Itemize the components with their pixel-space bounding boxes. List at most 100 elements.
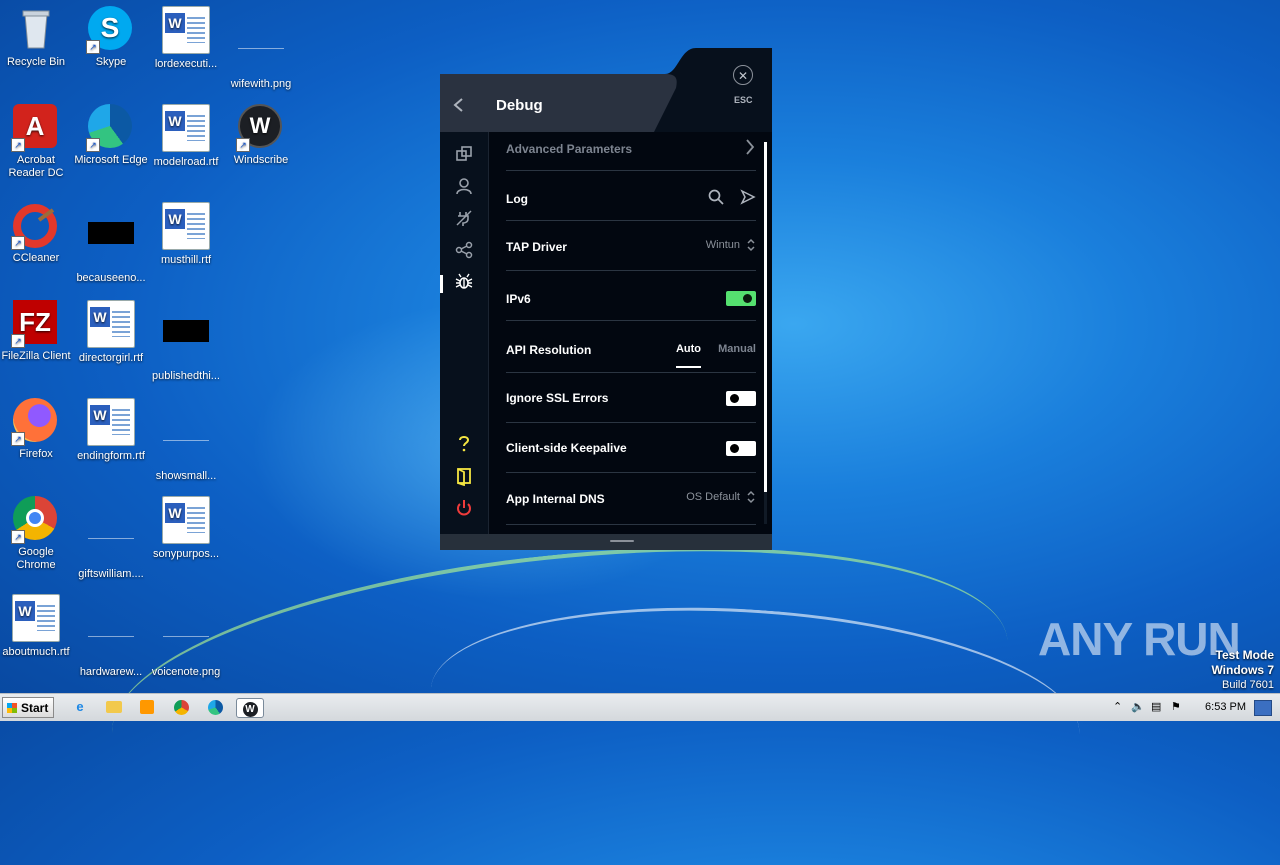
- word-document-icon: [87, 398, 135, 446]
- edge-taskbar-icon[interactable]: [205, 698, 225, 716]
- advanced-parameters-row[interactable]: Advanced Parameters: [506, 132, 756, 171]
- windscribe-taskbar-icon[interactable]: W: [236, 698, 264, 718]
- keepalive-toggle[interactable]: [726, 441, 756, 456]
- desktop-swoosh: [98, 508, 1022, 865]
- chevron-right-icon: [744, 138, 756, 159]
- api-manual-option[interactable]: Manual: [718, 343, 756, 355]
- folder-icon[interactable]: [104, 698, 124, 716]
- updown-chevron-icon: [746, 237, 756, 256]
- recycle-bin-icon: [13, 6, 59, 52]
- door-exit-icon[interactable]: [454, 466, 474, 487]
- plug-icon[interactable]: [454, 208, 474, 228]
- desktop-icon-chrome[interactable]: ↗ Google Chrome: [0, 496, 74, 572]
- share-icon[interactable]: [454, 240, 474, 260]
- debug-bug-icon[interactable]: [454, 272, 474, 292]
- flag-icon[interactable]: ⚑: [1171, 700, 1181, 713]
- tap-driver-value: Wintun: [705, 239, 740, 251]
- ignore-ssl-label: Ignore SSL Errors: [506, 391, 609, 405]
- api-resolution-row: API Resolution Auto Manual: [506, 320, 756, 373]
- help-question-icon[interactable]: [454, 434, 474, 454]
- search-icon[interactable]: [708, 189, 724, 208]
- tap-driver-label: TAP Driver: [506, 240, 567, 254]
- ie-icon[interactable]: e: [70, 698, 90, 716]
- desktop-icon-ccleaner[interactable]: ↗ CCleaner: [0, 202, 74, 265]
- api-resolution-selector: Auto Manual: [662, 343, 756, 368]
- desktop-icon-windscribe[interactable]: W ↗ Windscribe: [223, 104, 299, 167]
- windscribe-icon: W ↗: [236, 104, 284, 152]
- desktop-icon-modelroad[interactable]: modelroad.rtf: [148, 104, 224, 169]
- desktop-icon-aboutmuch[interactable]: aboutmuch.rtf: [0, 594, 74, 659]
- network-icon[interactable]: ▤: [1151, 700, 1161, 713]
- desktop-icon-acrobat[interactable]: A ↗ Acrobat Reader DC: [0, 104, 74, 180]
- anyrun-watermark: ANY RUN: [1038, 613, 1241, 665]
- ignore-ssl-toggle[interactable]: [726, 391, 756, 406]
- word-document-icon: [12, 594, 60, 642]
- keepalive-label: Client-side Keepalive: [506, 441, 627, 455]
- desktop-icon-becauseeno[interactable]: becauseeno...: [73, 202, 149, 285]
- acrobat-icon: A ↗: [11, 104, 59, 152]
- desktop-icon-giftswilliam[interactable]: giftswilliam....: [73, 496, 149, 581]
- sidebar: [440, 132, 489, 534]
- word-document-icon: [162, 104, 210, 152]
- desktop-icon-hardwarew[interactable]: hardwarew...: [73, 594, 149, 679]
- api-auto-option[interactable]: Auto: [675, 343, 702, 368]
- windscribe-window[interactable]: Debug ✕ ESC Advanced Parameters Log TAP …: [440, 48, 772, 550]
- updown-chevron-icon: [746, 489, 756, 508]
- account-icon[interactable]: [454, 176, 474, 196]
- desktop-icon-musthill[interactable]: musthill.rtf: [148, 202, 224, 267]
- start-button[interactable]: Start: [2, 697, 54, 718]
- desktop-icon-firefox[interactable]: ↗ Firefox: [0, 398, 74, 461]
- desktop-icon-filezilla[interactable]: FZ ↗ FileZilla Client: [0, 300, 74, 363]
- desktop-icon-recycle-bin[interactable]: Recycle Bin: [0, 6, 74, 69]
- ipv6-toggle[interactable]: [726, 291, 756, 306]
- desktop-icon-skype[interactable]: S ↗ Skype: [73, 6, 149, 69]
- desktop-icon-voicenote[interactable]: voicenote.png: [148, 594, 224, 679]
- image-file-icon: [163, 616, 209, 662]
- tap-driver-row[interactable]: TAP Driver Wintun: [506, 220, 756, 271]
- clock[interactable]: 6:53 PM: [1205, 701, 1246, 713]
- log-label: Log: [506, 192, 528, 206]
- settings-list: Advanced Parameters Log TAP Driver Wintu…: [489, 132, 765, 534]
- word-document-icon: [162, 6, 210, 54]
- word-document-icon: [162, 202, 210, 250]
- ccleaner-icon: ↗: [11, 202, 59, 250]
- desktop-icon-edge[interactable]: ↗ Microsoft Edge: [73, 104, 149, 167]
- media-player-icon[interactable]: [137, 698, 157, 716]
- keepalive-row: Client-side Keepalive: [506, 422, 756, 473]
- connection-icon[interactable]: [454, 144, 474, 164]
- tray-expand-icon[interactable]: ⌃: [1113, 700, 1122, 713]
- desktop-icon-showsmall[interactable]: showsmall...: [148, 398, 224, 483]
- test-mode-line1: Test Mode: [1215, 648, 1274, 662]
- desktop-icon-endingform[interactable]: endingform.rtf: [73, 398, 149, 463]
- window-body: Advanced Parameters Log TAP Driver Wintu…: [440, 132, 772, 534]
- show-desktop-icon[interactable]: [1254, 700, 1272, 716]
- desktop-icon-publishedthi[interactable]: publishedthi...: [148, 300, 224, 383]
- image-file-icon: [88, 616, 134, 662]
- window-footer[interactable]: [440, 534, 772, 550]
- filezilla-icon: FZ ↗: [11, 300, 59, 348]
- scrollbar-thumb[interactable]: [764, 142, 767, 492]
- image-file-icon: [88, 518, 134, 564]
- desktop-icon-lordexecuti[interactable]: lordexecuti...: [148, 6, 224, 71]
- system-tray: ⌃ 🔈 ▤ ⚑ 6:53 PM: [1105, 694, 1280, 721]
- internal-dns-label: App Internal DNS: [506, 492, 605, 506]
- desktop-icon-wifewith[interactable]: wifewith.png: [223, 6, 299, 91]
- send-icon[interactable]: [740, 189, 756, 208]
- file-thumbnail-icon: [163, 320, 209, 366]
- desktop-icon-directorgirl[interactable]: directorgirl.rtf: [73, 300, 149, 365]
- resize-grip[interactable]: [610, 540, 634, 542]
- firefox-icon: ↗: [11, 398, 59, 446]
- chrome-taskbar-icon[interactable]: [171, 698, 191, 716]
- taskbar: Start e W ⌃ 🔈 ▤ ⚑ 6:53 PM: [0, 693, 1280, 721]
- desktop-icon-sonypurpos[interactable]: sonypurpos...: [148, 496, 224, 561]
- power-icon[interactable]: [454, 498, 474, 518]
- chrome-icon: ↗: [11, 496, 59, 544]
- skype-icon: S ↗: [86, 6, 134, 54]
- api-resolution-label: API Resolution: [506, 343, 592, 357]
- volume-icon[interactable]: 🔈: [1131, 700, 1145, 713]
- back-chevron-icon[interactable]: [450, 96, 468, 114]
- ignore-ssl-row: Ignore SSL Errors: [506, 372, 756, 423]
- close-icon[interactable]: ✕: [733, 65, 753, 85]
- ipv6-row: IPv6: [506, 270, 756, 321]
- internal-dns-row[interactable]: App Internal DNS OS Default: [506, 472, 756, 525]
